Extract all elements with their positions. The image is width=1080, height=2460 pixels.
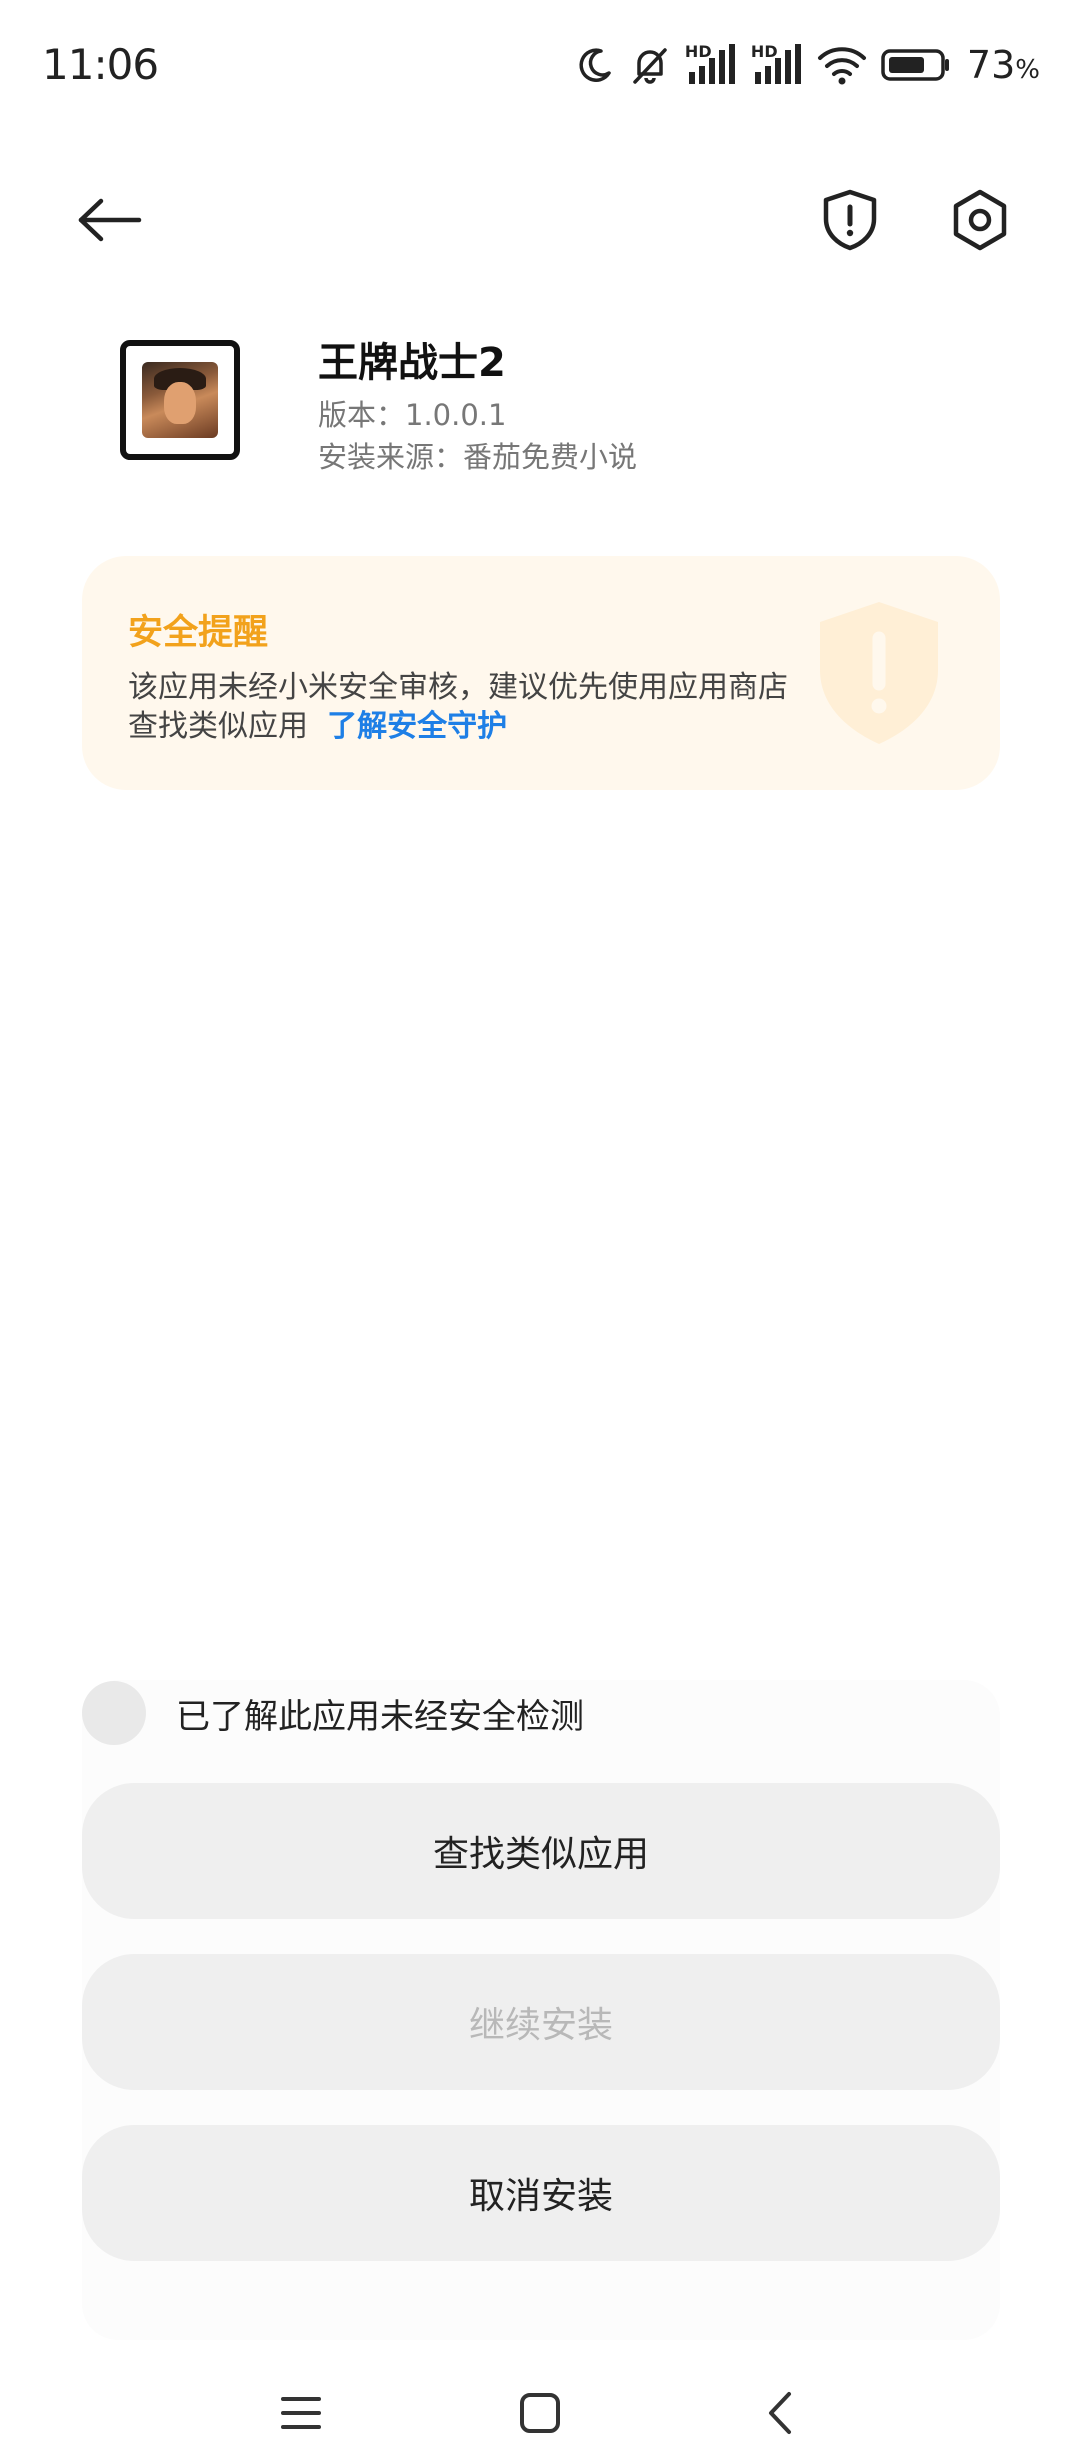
status-time: 11:06 <box>42 40 159 89</box>
signal-icon-2: HD <box>751 42 803 88</box>
signal-icon-1: HD <box>685 42 737 88</box>
warning-title: 安全提醒 <box>128 613 269 653</box>
settings-button[interactable] <box>935 175 1025 265</box>
shield-exclamation-icon <box>823 189 877 251</box>
acknowledge-label: 已了解此应用未经安全检测 <box>176 1696 584 1737</box>
warning-body: 该应用未经小米安全审核，建议优先使用应用商店查找类似应用 了解安全守护 <box>128 670 788 744</box>
chevron-left-icon <box>769 2392 791 2434</box>
install-warning-screen: 11:06 HD HD 73% 王牌战士2 版本：1.0.0.1 安装来源：番茄… <box>0 0 1080 2460</box>
status-icons: HD HD 73% <box>575 40 1040 90</box>
nav-back-button[interactable] <box>745 2378 815 2448</box>
nav-menu-button[interactable] <box>266 2378 336 2448</box>
security-warning-card: 安全提醒 该应用未经小米安全审核，建议优先使用应用商店查找类似应用 了解安全守护 <box>82 556 1000 790</box>
hamburger-icon <box>281 2397 321 2429</box>
app-icon-image <box>142 362 218 438</box>
acknowledge-row[interactable]: 已了解此应用未经安全检测 <box>82 1678 584 1748</box>
nav-home-button[interactable] <box>505 2378 575 2448</box>
app-name: 王牌战士2 <box>318 340 506 386</box>
security-button[interactable] <box>805 175 895 265</box>
app-source: 安装来源：番茄免费小说 <box>318 440 638 474</box>
app-version: 版本：1.0.0.1 <box>318 398 507 432</box>
square-icon <box>520 2393 560 2433</box>
back-button[interactable] <box>65 175 155 265</box>
continue-install-button[interactable]: 继续安装 <box>82 1954 1000 2090</box>
top-bar <box>0 130 1080 251</box>
arrow-left-icon <box>78 198 142 242</box>
acknowledge-checkbox[interactable] <box>82 1681 146 1745</box>
wifi-icon <box>817 47 866 85</box>
app-icon <box>120 340 240 460</box>
moon-icon <box>579 48 611 82</box>
learn-security-link[interactable]: 了解安全守护 <box>327 709 507 744</box>
system-nav-bar <box>0 2360 1080 2460</box>
battery-percent: 73% <box>966 43 1040 87</box>
shield-watermark-icon <box>820 602 938 744</box>
status-bar: 11:06 HD HD 73% <box>0 0 1080 130</box>
battery-icon <box>881 49 949 81</box>
bell-muted-icon <box>633 48 667 84</box>
gear-icon <box>953 189 1007 251</box>
cancel-install-button[interactable]: 取消安装 <box>82 2125 1000 2261</box>
find-similar-button[interactable]: 查找类似应用 <box>82 1783 1000 1919</box>
